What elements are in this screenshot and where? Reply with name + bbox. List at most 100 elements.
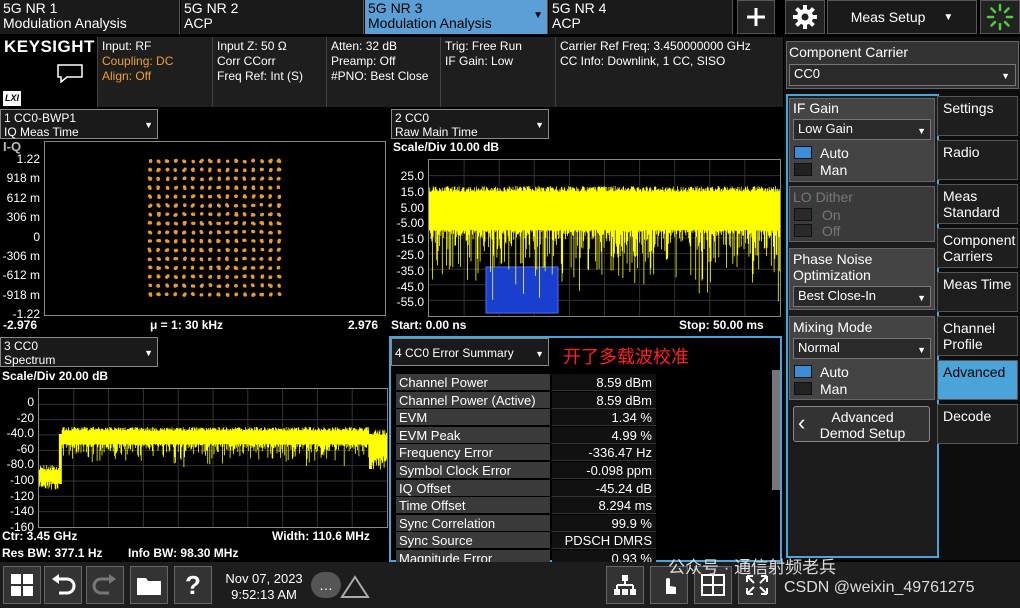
raw-main-time-plot[interactable] <box>428 159 781 317</box>
chevron-down-icon: ▼ <box>535 347 544 361</box>
constellation-point <box>251 213 254 216</box>
iq-constellation-plot[interactable] <box>44 141 386 316</box>
window-2-title[interactable]: 2 CC0 Raw Main Time ▼ <box>391 109 549 139</box>
sweep-status-button[interactable] <box>980 0 1020 34</box>
chevron-down-icon: ▼ <box>917 345 926 355</box>
if-gain-auto-radio[interactable] <box>794 146 812 159</box>
softkey-label: Decode <box>943 408 1012 424</box>
redo-button[interactable] <box>86 566 124 604</box>
chevron-down-icon: ▼ <box>535 118 544 132</box>
tab-5g-nr-3[interactable]: 5G NR 3 Modulation Analysis ▼ <box>365 0 548 34</box>
mixing-mode-select[interactable]: Normal ▼ <box>793 338 931 359</box>
component-carrier-select[interactable]: CC0 ▼ <box>789 64 1016 86</box>
metric-value: 1.34 % <box>552 409 656 426</box>
constellation-point <box>243 178 246 181</box>
tab-5g-nr-4[interactable]: 5G NR 4 ACP <box>549 0 733 34</box>
constellation-point <box>157 267 160 270</box>
window-3-title[interactable]: 3 CC0 Spectrum ▼ <box>0 337 158 367</box>
constellation-point <box>165 249 168 252</box>
constellation-point <box>252 292 255 295</box>
tab-5g-nr-1[interactable]: 5G NR 1 Modulation Analysis <box>0 0 180 34</box>
attenuation-info[interactable]: Atten: 32 dB Preamp: Off #PNO: Best Clos… <box>327 37 441 107</box>
constellation-point <box>191 186 194 189</box>
constellation-point <box>235 212 238 215</box>
constellation-point <box>269 186 272 189</box>
tab-title: 5G NR 4 <box>552 1 729 16</box>
mixing-man-radio[interactable] <box>794 382 812 395</box>
meas-setup-menu[interactable]: Meas Setup ▼ <box>827 0 977 34</box>
constellation-point <box>218 257 221 260</box>
multi-window-button[interactable] <box>606 566 644 604</box>
constellation-point <box>216 239 219 242</box>
phase-noise-label-line1: Phase Noise <box>793 251 872 267</box>
softkey-channel-profile[interactable]: Channel Profile <box>937 316 1018 356</box>
constellation-point <box>175 266 178 269</box>
center-freq-label: Ctr: 3.45 GHz <box>2 529 77 543</box>
phase-noise-select[interactable]: Best Close-In ▼ <box>793 286 931 307</box>
constellation-point <box>166 231 169 234</box>
softkey-settings[interactable]: Settings <box>937 96 1018 136</box>
softkey-label: Component <box>943 232 1012 248</box>
chevron-down-icon: ▼ <box>1001 71 1010 81</box>
message-bubble-button[interactable]: … <box>311 572 341 598</box>
constellation-point <box>261 176 264 179</box>
constellation-point <box>174 177 177 180</box>
constellation-point <box>269 276 272 279</box>
input-info[interactable]: Input: RF Coupling: DC Align: Off <box>98 37 213 107</box>
if-gain-select[interactable]: Low Gain ▼ <box>793 119 931 140</box>
add-screen-button[interactable] <box>737 0 775 34</box>
softkey-component-carriers[interactable]: Component Carriers <box>937 228 1018 268</box>
constellation-point <box>235 231 238 234</box>
constellation-point <box>209 195 212 198</box>
constellation-point <box>242 222 245 225</box>
phase-noise-value: Best Close-In <box>798 288 876 303</box>
window-4-title[interactable]: 4 CC0 Error Summary ▼ <box>391 338 549 366</box>
file-explorer-button[interactable] <box>130 566 168 604</box>
table-row: Sync Correlation 99.9 % <box>396 515 656 532</box>
spectrum-plot[interactable] <box>38 388 388 528</box>
undo-button[interactable] <box>44 566 82 604</box>
constellation-point <box>252 239 255 242</box>
tab-subtitle: Modulation Analysis <box>368 16 544 31</box>
carrier-info[interactable]: Carrier Ref Freq: 3.450000000 GHz CC Inf… <box>556 37 783 107</box>
settings-button[interactable] <box>785 0 825 34</box>
constellation-point <box>209 178 212 181</box>
constellation-point <box>191 195 194 198</box>
impedance-info[interactable]: Input Z: 50 Ω Corr CCorr Freq Ref: Int (… <box>213 37 327 107</box>
message-icon[interactable] <box>55 63 85 83</box>
man-label: Man <box>820 381 847 397</box>
constellation-point <box>242 230 245 233</box>
softkey-label: Meas <box>943 188 1012 204</box>
constellation-point <box>157 292 160 295</box>
softkey-label-2: Standard <box>943 204 1012 220</box>
if-gain-man-radio[interactable] <box>794 163 812 176</box>
mixing-auto-radio[interactable] <box>794 365 812 378</box>
window-1-title[interactable]: 1 CC0-BWP1 IQ Meas Time ▼ <box>0 109 158 139</box>
constellation-point <box>192 222 195 225</box>
constellation-point <box>269 258 272 261</box>
constellation-point <box>183 160 186 163</box>
softkey-advanced[interactable]: Advanced <box>937 360 1018 400</box>
softkey-radio[interactable]: Radio <box>937 140 1018 180</box>
softkey-meas-time[interactable]: Meas Time <box>937 272 1018 312</box>
chevron-down-icon: ▼ <box>917 293 926 303</box>
constellation-point <box>217 249 220 252</box>
constellation-point <box>251 177 254 180</box>
windows-start-button[interactable] <box>3 566 41 604</box>
help-button[interactable]: ? <box>174 566 212 604</box>
constellation-point <box>149 213 152 216</box>
softkey-meas-standard[interactable]: Meas Standard <box>937 184 1018 224</box>
softkey-decode[interactable]: Decode <box>937 404 1018 444</box>
constellation-point <box>234 204 237 207</box>
constellation-point <box>201 266 204 269</box>
constellation-point <box>201 178 204 181</box>
tab-5g-nr-2[interactable]: 5G NR 2 ACP <box>181 0 364 34</box>
constellation-point <box>165 159 168 162</box>
constellation-point <box>269 293 272 296</box>
constellation-point <box>261 213 264 216</box>
constellation-point <box>226 275 229 278</box>
error-summary-scrollbar[interactable] <box>772 370 780 490</box>
advanced-demod-setup-button[interactable]: ‹ Advanced Demod Setup <box>793 406 930 442</box>
trigger-info[interactable]: Trig: Free Run IF Gain: Low <box>441 37 556 107</box>
warning-triangle-icon[interactable] <box>340 575 370 599</box>
